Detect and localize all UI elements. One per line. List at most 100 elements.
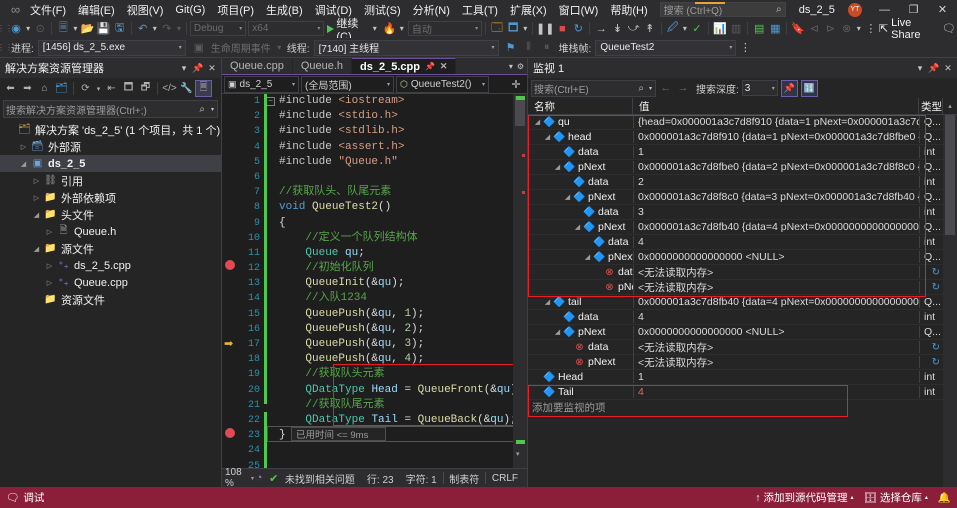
step-over-icon[interactable]: ⤻ <box>626 20 642 37</box>
tab-settings-icon[interactable]: ⚙ <box>517 62 524 71</box>
split-window-icon[interactable]: ✛ <box>507 76 525 93</box>
overflow-icon[interactable]: ⋮ <box>863 20 879 37</box>
close-tab-icon[interactable]: ✕ <box>440 61 448 72</box>
toolbar2-overflow-icon[interactable]: ⋮ <box>736 39 754 56</box>
expander-arrow-icon[interactable]: ◢ <box>572 223 583 231</box>
menu-edit[interactable]: 编辑(E) <box>72 0 121 20</box>
code-line[interactable]: QueuePush(&qu, 3); <box>267 337 513 352</box>
watch-row-value[interactable]: 0x000001a3c7d8fb40 {data=4 pNext=0x00000… <box>633 221 919 233</box>
lifecycle-dropdown-icon[interactable]: ▾ <box>275 39 284 56</box>
stackframe-combo[interactable]: QueueTest2 ▾ <box>595 39 737 56</box>
expander-arrow-icon[interactable]: ◢ <box>542 298 553 306</box>
open-file-icon[interactable]: 📂 <box>79 20 95 37</box>
scrollbar-thumb[interactable] <box>515 96 525 126</box>
watch-row-name-cell[interactable]: ◢ 🔷 tail <box>528 296 633 308</box>
expander-arrow-icon[interactable]: ▷ <box>43 279 56 287</box>
thread-combo[interactable]: [7140] 主线程 ▾ <box>313 39 499 56</box>
watch-row[interactable]: ◢ 🔷 tail 0x000001a3c7d8fb40 {data=4 pNext=0… <box>528 295 943 310</box>
watch-row[interactable]: ⊗ data<无法读取内存> ↻ <box>528 264 943 280</box>
code-line[interactable]: #include <assert.h> <box>267 140 513 155</box>
menu-view[interactable]: 视图(V) <box>121 0 170 20</box>
pin-icon[interactable]: 📌 <box>191 60 205 76</box>
code-line[interactable] <box>267 443 513 458</box>
watch-add-row[interactable]: 添加要监视的项 <box>528 400 943 415</box>
bookmark-icon[interactable]: 🔖 <box>790 20 806 37</box>
notifications-bell-icon[interactable]: 🔔 <box>938 491 951 504</box>
solution-tree-item[interactable]: ▷ ⛓ 引用 <box>0 172 221 189</box>
refresh-dropdown-icon[interactable]: ▾ <box>94 80 103 97</box>
editor-scrollbar[interactable]: ▾ <box>513 94 527 468</box>
code-line[interactable]: //初始化队列 <box>267 261 513 276</box>
watch-row[interactable]: 🔷 Head 1 int <box>528 370 943 385</box>
break-all-icon[interactable]: ❚❚ <box>536 20 554 37</box>
watch-row-value[interactable]: 0x000001a3c7d8f910 {data=1 pNext=0x00000… <box>633 131 919 143</box>
expander-arrow-icon[interactable]: ▷ <box>30 194 43 202</box>
clear-bookmarks-icon[interactable]: ⊗ <box>839 20 855 37</box>
freeze-thread-icon[interactable]: ⏸ <box>538 39 556 56</box>
watch-row-name-cell[interactable]: ◢ 🔷 pNext <box>528 161 633 173</box>
menu-file[interactable]: 文件(F) <box>24 0 72 20</box>
menu-extensions[interactable]: 扩展(X) <box>504 0 553 20</box>
editor-tab-strip[interactable]: Queue.cpp Queue.h ds_2_5.cpp 📌 ✕ ▾ ⚙ <box>222 58 527 75</box>
show-threads-icon[interactable]: ⫴ <box>520 39 538 56</box>
expander-arrow-icon[interactable]: ◢ <box>30 211 43 219</box>
debug-type-combo[interactable]: 自动 ▾ <box>407 21 483 36</box>
home-icon[interactable]: ⌂ <box>36 80 53 97</box>
code-line[interactable]: //获取队头元素 <box>267 367 513 382</box>
menu-build[interactable]: 生成(B) <box>260 0 309 20</box>
code-line[interactable]: #include <stdlib.h> <box>267 124 513 139</box>
menu-project[interactable]: 项目(P) <box>211 0 260 20</box>
feedback-icon[interactable]: 🗨 <box>941 20 957 37</box>
column-type[interactable]: 类型 <box>919 98 943 114</box>
undo-icon[interactable]: ↶ <box>135 20 151 37</box>
watch-row-name-cell[interactable]: ◢ 🔷 pNext <box>528 191 633 203</box>
watch-row-value[interactable]: <无法读取内存> <box>633 354 919 370</box>
solution-config-combo[interactable]: Debug ▾ <box>189 21 247 36</box>
expander-arrow-icon[interactable]: ◢ <box>582 253 593 261</box>
breakpoint-gutter[interactable]: ➡ <box>222 94 238 468</box>
solution-tree-item[interactable]: 📁 资源文件 <box>0 291 221 308</box>
watch-row[interactable]: ◢ 🔷 pNext 0x000001a3c7d8fbe0 {data=2 pNext=… <box>528 160 943 175</box>
properties-window-icon[interactable]: 🗗 <box>137 80 154 97</box>
expander-arrow-icon[interactable]: ◢ <box>30 245 43 253</box>
code-area[interactable]: ➡ 1 2 3 4 5 6 7 8 9 10 11 12 13 14 15 16 17 18 19 20 21 22 23 2… <box>222 94 527 468</box>
breakpoint-line-28[interactable] <box>225 428 235 438</box>
watch-row-value[interactable]: 0x000001a3c7d8fb40 {data=4 pNext=0x00000… <box>633 296 919 308</box>
watch-row[interactable]: 🔷 data 2 int <box>528 175 943 190</box>
watch-row[interactable]: 🔷 data 1 int <box>528 145 943 160</box>
pin-column-toggle-icon[interactable]: 📌 <box>780 79 798 97</box>
prev-bookmark-icon[interactable]: ⊲ <box>806 20 822 37</box>
zoom-control[interactable]: 108 % ▾ <box>225 467 254 489</box>
step-out-icon[interactable]: ↟ <box>642 20 658 37</box>
watch-row[interactable]: ◢ 🔷 pNext 0x0000000000000000 <NULL> Q... <box>528 250 943 265</box>
watch-row[interactable]: ◢ 🔷 pNext 0x000001a3c7d8f8c0 {data=3 pNext=… <box>528 190 943 205</box>
spell-check-icon[interactable]: ✓ <box>689 20 705 37</box>
redo-icon[interactable]: ↷ <box>159 20 175 37</box>
member-scope-combo[interactable]: ⬡ QueueTest2() ▾ <box>396 75 489 93</box>
watch-row-value[interactable]: 3 <box>633 206 919 218</box>
hex-display-toggle-icon[interactable]: 🔢 <box>800 79 818 97</box>
navigate-back-icon[interactable]: ⬅ <box>2 80 19 97</box>
show-next-statement-icon[interactable]: → <box>593 20 609 37</box>
code-line[interactable]: QueuePush(&qu, 4); <box>267 352 513 367</box>
solution-tree-item[interactable]: ◢ ▣ ds_2_5 <box>0 155 221 172</box>
navigate-forward-icon[interactable]: ⊙ <box>32 20 48 37</box>
code-line[interactable]: //定义一个队列结构体 <box>267 231 513 246</box>
watch-row-name-cell[interactable]: 🔷 data <box>528 146 633 158</box>
solution-tree-item[interactable]: ▷ 🗃 外部源 <box>0 138 221 155</box>
redo-dropdown-icon[interactable]: ▾ <box>175 20 183 37</box>
back-dropdown-icon[interactable]: ▾ <box>24 20 32 37</box>
expander-arrow-icon[interactable]: ◢ <box>562 193 573 201</box>
watch-row-name-cell[interactable]: 🔷 data <box>528 206 633 218</box>
hot-reload-dropdown-icon[interactable]: ▾ <box>398 20 406 37</box>
expander-arrow-icon[interactable]: ▷ <box>43 228 56 236</box>
preview-selected-items-icon[interactable]: 🗏 <box>195 80 212 97</box>
pin-tab-icon[interactable]: 📌 <box>425 62 435 71</box>
code-coverage-icon[interactable]: 🖉 <box>665 20 681 37</box>
watch-row[interactable]: ◢ 🔷 pNext 0x0000000000000000 <NULL> Q... <box>528 325 943 340</box>
watch-row-name-cell[interactable]: ◢ 🔷 qu <box>528 116 633 128</box>
watch-row-value[interactable]: {head=0x000001a3c7d8f910 {data=1 pNext=0… <box>633 116 919 128</box>
solution-tree-item[interactable]: ◢ 📁 源文件 <box>0 240 221 257</box>
watch-row-name-cell[interactable]: 🔷 Tail <box>528 386 633 398</box>
refresh-icon[interactable]: ↻ <box>932 267 940 278</box>
